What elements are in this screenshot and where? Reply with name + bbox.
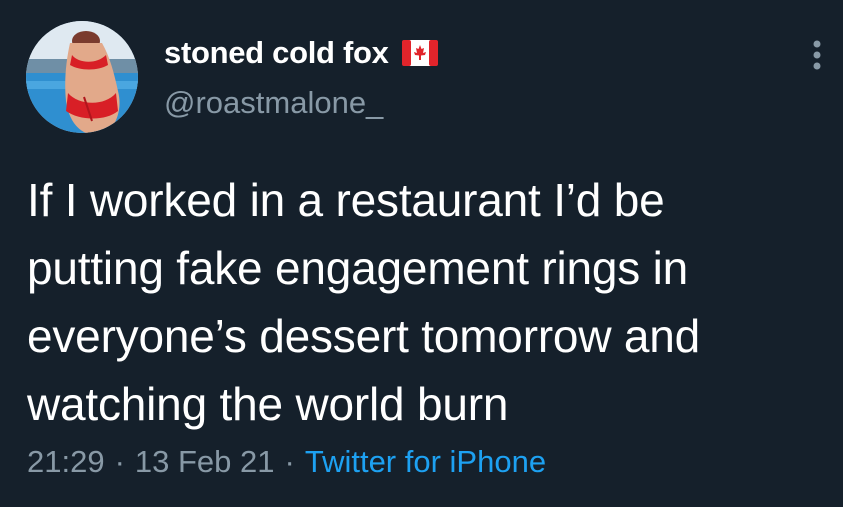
display-name-row[interactable]: stoned cold fox [164,33,438,73]
meta-separator: · [284,444,295,479]
user-handle[interactable]: @roastmalone_ [164,85,383,121]
more-vertical-icon[interactable] [805,38,829,72]
tweet-text: If I worked in a restaurant I’d be putti… [27,174,701,430]
tweet-card: stoned cold fox @roastmalone_ If I worke… [0,0,843,507]
tweet-date[interactable]: 13 Feb 21 [135,444,275,480]
tweet-meta: 21:29 · 13 Feb 21 · Twitter for iPhone [27,444,546,480]
meta-separator: · [114,444,125,479]
tweet-source-link[interactable]: Twitter for iPhone [305,444,546,480]
tweet-time[interactable]: 21:29 [27,444,105,480]
avatar[interactable] [26,21,138,133]
display-name: stoned cold fox [164,35,389,70]
canada-flag-icon [401,40,438,66]
avatar-image [26,21,138,133]
